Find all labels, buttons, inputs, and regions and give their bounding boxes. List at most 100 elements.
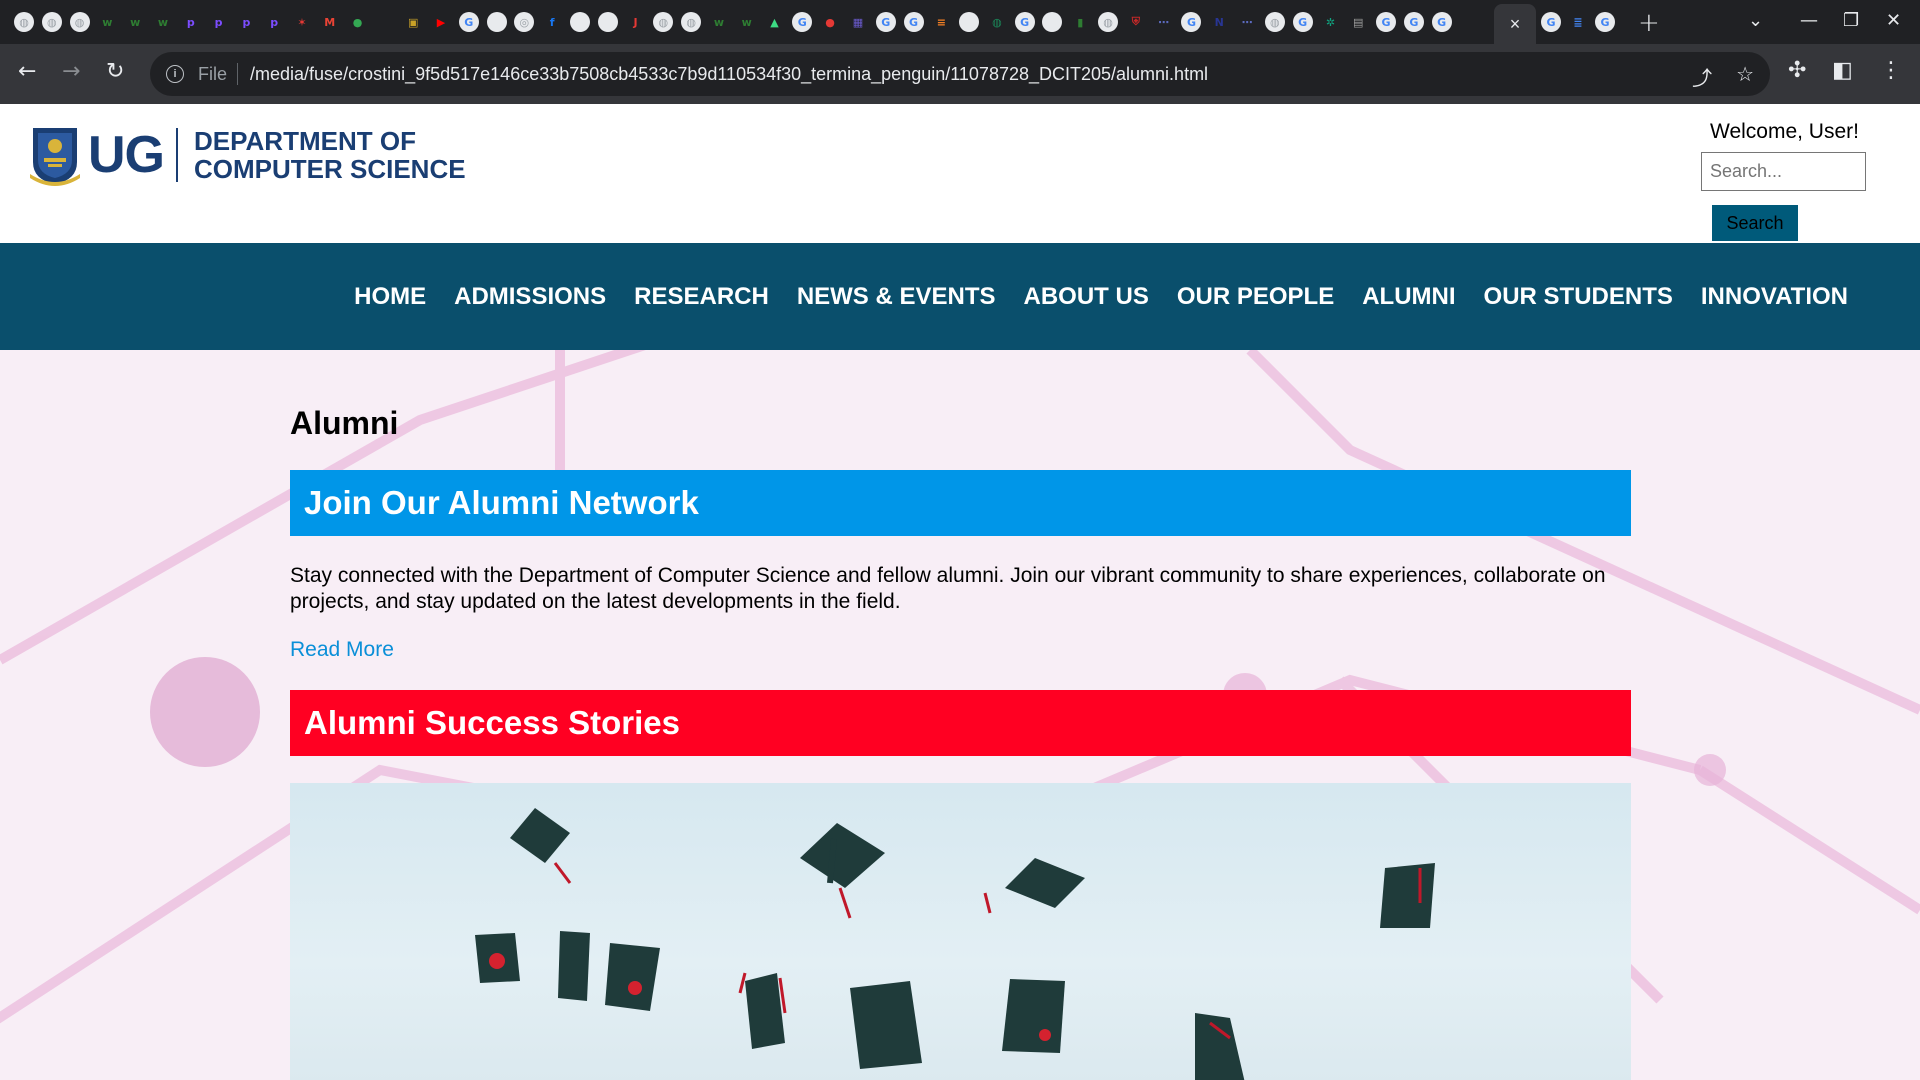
omnibox-divider [237, 63, 239, 85]
p-tab-icon[interactable]: p [181, 12, 201, 32]
chatgpt-tab-icon[interactable]: ✲ [1320, 12, 1340, 32]
department-logo[interactable]: UG DEPARTMENT OF COMPUTER SCIENCE [30, 124, 466, 186]
w-tab-icon[interactable]: w [709, 12, 729, 32]
github-tab-icon[interactable]: ◉ [597, 12, 618, 32]
active-tab[interactable]: × [1494, 4, 1536, 44]
nav-home[interactable]: HOME [354, 283, 426, 311]
chart-tab-icon[interactable]: ▮ [1070, 12, 1090, 32]
url-text[interactable]: /media/fuse/crostini_9f5d517e146ce33b750… [250, 64, 1208, 85]
logo-line-2: COMPUTER SCIENCE [194, 154, 466, 184]
share-icon[interactable]: ⤴ [1692, 62, 1712, 91]
facebook-tab-icon[interactable]: f [542, 12, 562, 32]
minimize-icon[interactable]: — [1800, 10, 1818, 31]
extensions-icon[interactable]: ✣ [1788, 58, 1806, 83]
nav-news-events[interactable]: NEWS & EVENTS [797, 283, 996, 311]
read-more-link[interactable]: Read More [290, 638, 394, 662]
tab-search-icon[interactable]: ⌄ [1748, 10, 1763, 31]
browser-tab-strip: ◍ ◍ ◍ w w w p p p p ✶ M ● ▣ ▶ G ◉ ◎ f ◉ ◉ J ◍ ◍ w w ▲ G ● ▦ G G ≡ ◉ ◍ G ◉ ▮ ◍ ⛨… [0, 0, 1920, 44]
android-tab-icon[interactable]: ▲ [765, 12, 785, 32]
logo-line-1: DEPARTMENT OF [194, 126, 416, 156]
record-tab-icon[interactable]: ● [820, 12, 840, 32]
blank-tab-icon[interactable] [375, 12, 395, 32]
circle-tab-icon[interactable]: ◍ [987, 12, 1007, 32]
p-tab-icon[interactable]: p [209, 12, 229, 32]
doc-tab-icon[interactable]: ▤ [1348, 12, 1368, 32]
jpg-tab-icon[interactable]: J [626, 12, 646, 32]
google-tab-icon[interactable]: G [1376, 12, 1397, 32]
address-bar[interactable]: i File /media/fuse/crostini_9f5d517e146c… [150, 52, 1770, 96]
new-tab-button[interactable]: + [1638, 8, 1660, 38]
globe-tab-icon[interactable]: ◍ [1098, 12, 1119, 32]
docs-tab-icon[interactable]: ≣ [1568, 12, 1588, 32]
google-tab-icon[interactable]: G [1541, 12, 1561, 32]
stack-tab-icon[interactable]: ≡ [931, 12, 951, 32]
browser-toolbar: ← → ↻ i File /media/fuse/crostini_9f5d51… [0, 44, 1920, 104]
grid-tab-icon[interactable]: ▦ [848, 12, 868, 32]
main-content: Alumni Join Our Alumni Network Stay conn… [0, 350, 1920, 1080]
nav-innovation[interactable]: INNOVATION [1701, 283, 1848, 311]
google-tab-icon[interactable]: G [1403, 12, 1424, 32]
logo-divider [176, 128, 178, 182]
google-tab-icon[interactable]: G [903, 12, 924, 32]
google-tab-icon[interactable]: G [1431, 12, 1452, 32]
close-tab-icon[interactable]: × [1510, 14, 1521, 35]
main-navigation: HOME ADMISSIONS RESEARCH NEWS & EVENTS A… [0, 243, 1920, 350]
github-tab-icon[interactable]: ◉ [959, 12, 980, 32]
reload-icon[interactable]: ↻ [106, 59, 124, 84]
bookmark-star-icon[interactable]: ☆ [1736, 62, 1754, 91]
chat-tab-icon[interactable]: ● [348, 12, 368, 32]
nav-research[interactable]: RESEARCH [634, 283, 769, 311]
globe-tab-icon[interactable]: ◍ [681, 12, 702, 32]
nav-our-people[interactable]: OUR PEOPLE [1177, 283, 1334, 311]
google-tab-icon[interactable]: G [1014, 12, 1035, 32]
dots-tab-icon[interactable]: ⋯ [1154, 12, 1174, 32]
alumni-network-heading: Join Our Alumni Network [290, 470, 1631, 536]
menu-kebab-icon[interactable]: ⋮ [1880, 58, 1902, 83]
shield-tab-icon[interactable]: ⛨ [1126, 12, 1146, 32]
page-title: Alumni [290, 405, 399, 441]
site-info-icon[interactable]: i [166, 65, 184, 83]
w-tab-icon[interactable]: w [125, 12, 145, 32]
dots-tab-icon[interactable]: ⋯ [1237, 12, 1257, 32]
search-input[interactable] [1701, 152, 1866, 191]
close-window-icon[interactable]: ✕ [1886, 10, 1901, 31]
podcast-tab-icon[interactable]: ◎ [514, 12, 535, 32]
side-panel-icon[interactable]: ◧ [1832, 58, 1853, 83]
forward-icon[interactable]: → [62, 59, 80, 84]
nav-alumni[interactable]: ALUMNI [1362, 283, 1455, 311]
google-tab-icon[interactable]: G [458, 12, 479, 32]
ntu-tab-icon[interactable]: N [1209, 12, 1229, 32]
github-tab-icon[interactable]: ◉ [486, 12, 507, 32]
file-scheme-label: File [198, 63, 228, 84]
search-button[interactable]: Search [1712, 205, 1798, 241]
globe-tab-icon[interactable]: ◍ [1264, 12, 1285, 32]
gmail-tab-icon[interactable]: M [320, 12, 340, 32]
p-tab-icon[interactable]: p [264, 12, 284, 32]
cube-tab-icon[interactable]: ▣ [403, 12, 423, 32]
google-tab-icon[interactable]: G [1181, 12, 1202, 32]
globe-tab-icon[interactable]: ◍ [69, 12, 90, 32]
google-tab-icon[interactable]: G [792, 12, 813, 32]
globe-tab-icon[interactable]: ◍ [14, 12, 34, 32]
globe-tab-icon[interactable]: ◍ [41, 12, 62, 32]
nav-admissions[interactable]: ADMISSIONS [454, 283, 606, 311]
youtube-tab-icon[interactable]: ▶ [431, 12, 451, 32]
back-icon[interactable]: ← [18, 59, 36, 84]
restore-icon[interactable]: ❐ [1843, 10, 1859, 31]
google-tab-icon[interactable]: G [1292, 12, 1313, 32]
github-tab-icon[interactable]: ◉ [1042, 12, 1063, 32]
figure-tab-icon[interactable]: ✶ [292, 12, 312, 32]
globe-tab-icon[interactable]: ◍ [653, 12, 674, 32]
w-tab-icon[interactable]: w [97, 12, 117, 32]
nav-our-students[interactable]: OUR STUDENTS [1484, 283, 1673, 311]
nav-about-us[interactable]: ABOUT US [1024, 283, 1149, 311]
w-tab-icon[interactable]: w [153, 12, 173, 32]
tab-favicons: ◍ ◍ ◍ w w w p p p p ✶ M ● ▣ ▶ G ◉ ◎ f ◉ ◉ J ◍ ◍ w w ▲ G ● ▦ G G ≡ ◉ ◍ G ◉ ▮ ◍ ⛨… [14, 12, 1452, 32]
ug-crest-icon [30, 128, 80, 186]
google-tab-icon[interactable]: G [1595, 12, 1615, 32]
google-tab-icon[interactable]: G [875, 12, 896, 32]
github-tab-icon[interactable]: ◉ [569, 12, 590, 32]
w-tab-icon[interactable]: w [737, 12, 757, 32]
graduation-caps-illustration [475, 808, 1435, 1080]
p-tab-icon[interactable]: p [236, 12, 256, 32]
